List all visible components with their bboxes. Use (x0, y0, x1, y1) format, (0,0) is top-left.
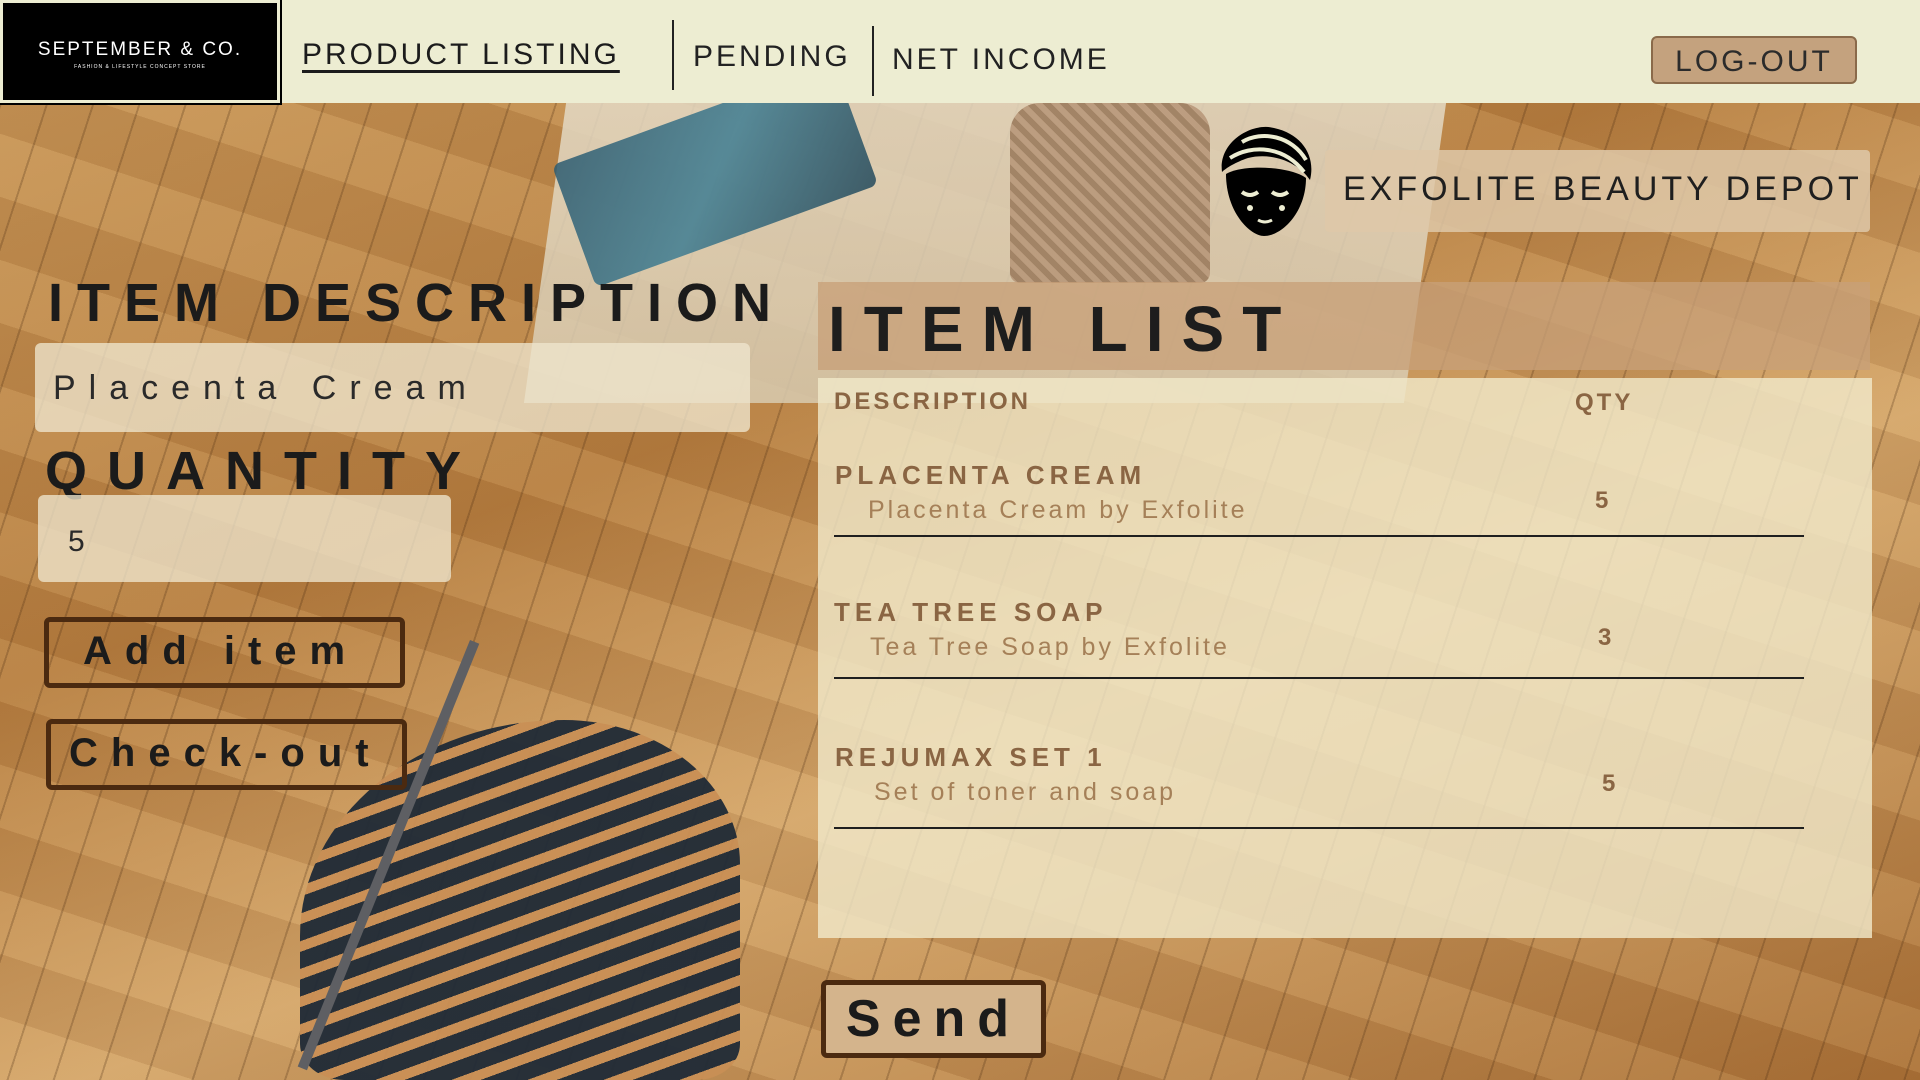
checkout-button[interactable]: Check-out (46, 719, 407, 790)
column-qty: QTY (1575, 389, 1634, 416)
list-item-qty: 5 (1602, 770, 1616, 797)
send-button[interactable]: Send (821, 980, 1046, 1058)
list-item-detail: Set of toner and soap (874, 778, 1177, 806)
list-item-qty: 3 (1598, 624, 1612, 651)
brand-name: SEPTEMBER & CO. (37, 39, 243, 60)
column-description: DESCRIPTION (834, 388, 1032, 415)
list-item-name: PLACENTA CREAM (835, 460, 1147, 490)
item-list-title: ITEM LIST (828, 293, 1300, 365)
item-description-label: ITEM DESCRIPTION (48, 273, 786, 333)
add-item-button[interactable]: Add item (44, 617, 405, 688)
nav-net-income[interactable]: NET INCOME (892, 43, 1110, 77)
list-item-name: TEA TREE SOAP (834, 597, 1108, 627)
nav-product-listing[interactable]: PRODUCT LISTING (302, 38, 620, 72)
store-name: EXFOLITE BEAUTY DEPOT (1343, 170, 1863, 208)
list-item-detail: Tea Tree Soap by Exfolite (870, 633, 1230, 661)
brand-logo[interactable]: SEPTEMBER & CO. FASHION & LIFESTYLE CONC… (0, 0, 282, 105)
nav-divider (872, 26, 874, 96)
row-divider (834, 827, 1804, 829)
logout-button[interactable]: LOG-OUT (1651, 36, 1857, 84)
list-item-name: REJUMAX SET 1 (835, 742, 1107, 772)
row-divider (834, 677, 1804, 679)
row-divider (834, 535, 1804, 537)
face-mask-icon (1221, 126, 1312, 236)
nav-divider (672, 20, 674, 90)
quantity-input[interactable]: 5 (38, 495, 451, 582)
list-item-detail: Placenta Cream by Exfolite (868, 496, 1248, 524)
nav-pending[interactable]: PENDING (693, 40, 851, 74)
knit-sweater (1010, 103, 1210, 283)
quantity-label: QUANTITY (45, 441, 481, 501)
brand-tagline: FASHION & LIFESTYLE CONCEPT STORE (74, 64, 206, 70)
item-description-input[interactable]: Placenta Cream (35, 343, 750, 432)
list-item-qty: 5 (1595, 487, 1609, 514)
